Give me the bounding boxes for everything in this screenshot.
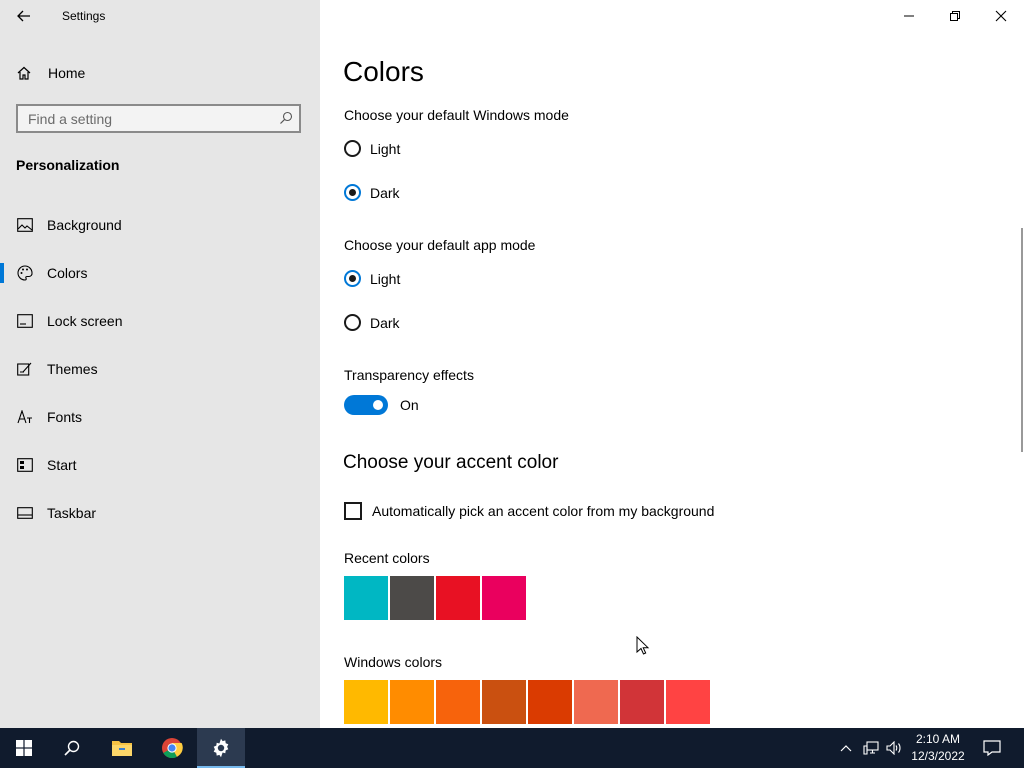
home-label: Home bbox=[48, 65, 86, 81]
checkbox-box bbox=[344, 502, 362, 520]
taskbar-clock[interactable]: 2:10 AM 12/3/2022 bbox=[902, 731, 974, 765]
app-mode-label: Choose your default app mode bbox=[344, 237, 536, 253]
home-icon bbox=[17, 66, 31, 80]
themes-icon bbox=[16, 360, 34, 378]
network-icon bbox=[863, 741, 879, 755]
search-icon[interactable] bbox=[279, 111, 293, 125]
palette-icon bbox=[16, 264, 34, 282]
chevron-up-icon bbox=[840, 745, 852, 752]
sidebar-item-colors[interactable]: Colors bbox=[0, 253, 320, 293]
color-swatch[interactable] bbox=[666, 680, 710, 724]
file-explorer-button[interactable] bbox=[98, 728, 146, 768]
action-center-button[interactable] bbox=[976, 728, 1008, 768]
sidebar-item-label: Fonts bbox=[47, 409, 83, 425]
color-swatch[interactable] bbox=[574, 680, 618, 724]
radio-circle bbox=[344, 140, 361, 157]
taskbar-search-button[interactable] bbox=[48, 728, 96, 768]
taskbar-icon bbox=[16, 504, 34, 522]
windows-logo-icon bbox=[16, 740, 32, 756]
windows-mode-label: Choose your default Windows mode bbox=[344, 107, 569, 123]
color-swatch[interactable] bbox=[620, 680, 664, 724]
color-swatch[interactable] bbox=[528, 680, 572, 724]
sidebar-item-label: Taskbar bbox=[47, 505, 97, 521]
clock-date: 12/3/2022 bbox=[911, 749, 965, 763]
sidebar-item-fonts[interactable]: Fonts bbox=[0, 397, 320, 437]
sidebar-item-label: Start bbox=[47, 457, 77, 473]
notification-icon bbox=[983, 740, 1001, 756]
back-arrow-icon bbox=[17, 10, 30, 22]
color-swatch[interactable] bbox=[482, 680, 526, 724]
sidebar-item-themes[interactable]: Themes bbox=[0, 349, 320, 389]
clock-time: 2:10 AM bbox=[915, 732, 961, 746]
settings-icon bbox=[213, 738, 229, 758]
color-swatch[interactable] bbox=[482, 576, 526, 620]
window-title: Settings bbox=[62, 9, 106, 23]
accent-color-heading: Choose your accent color bbox=[343, 452, 559, 473]
checkbox-label: Automatically pick an accent color from … bbox=[372, 503, 715, 519]
settings-taskbar-button[interactable] bbox=[197, 728, 245, 768]
chrome-button[interactable] bbox=[148, 728, 196, 768]
mouse-pointer-icon bbox=[636, 636, 650, 655]
network-button[interactable] bbox=[860, 728, 882, 768]
start-button[interactable] bbox=[0, 728, 48, 768]
sidebar-item-taskbar[interactable]: Taskbar bbox=[0, 493, 320, 533]
app-mode-light-radio[interactable]: Light bbox=[344, 270, 400, 287]
start-icon bbox=[16, 456, 34, 474]
radio-circle bbox=[344, 184, 361, 201]
sidebar-item-label: Lock screen bbox=[47, 313, 123, 329]
taskbar: 2:10 AM 12/3/2022 bbox=[0, 728, 1024, 768]
windows-mode-dark-radio[interactable]: Dark bbox=[344, 184, 400, 201]
transparency-label: Transparency effects bbox=[344, 367, 474, 383]
radio-circle bbox=[344, 270, 361, 287]
radio-label: Dark bbox=[370, 184, 400, 201]
lock-screen-icon bbox=[16, 312, 34, 330]
color-swatch[interactable] bbox=[344, 680, 388, 724]
color-swatch[interactable] bbox=[436, 576, 480, 620]
sidebar-item-label: Themes bbox=[47, 361, 98, 377]
toggle-state-label: On bbox=[400, 397, 419, 413]
sidebar-item-label: Background bbox=[47, 217, 122, 233]
image-icon bbox=[16, 216, 34, 234]
transparency-toggle[interactable]: On bbox=[344, 395, 419, 415]
chrome-icon bbox=[162, 738, 183, 759]
search-input[interactable]: Find a setting bbox=[16, 104, 301, 133]
toggle-track bbox=[344, 395, 388, 415]
page-title: Colors bbox=[343, 56, 424, 87]
color-swatch[interactable] bbox=[390, 680, 434, 724]
settings-window: Settings Home Find a setting Personaliza… bbox=[0, 0, 1024, 768]
windows-colors-row bbox=[344, 680, 712, 724]
sidebar-item-label: Colors bbox=[47, 265, 88, 281]
sidebar-item-background[interactable]: Background bbox=[0, 205, 320, 245]
fonts-icon bbox=[16, 408, 34, 426]
section-title: Personalization bbox=[16, 157, 120, 173]
windows-colors-label: Windows colors bbox=[344, 654, 443, 670]
volume-button[interactable] bbox=[884, 728, 904, 768]
volume-icon bbox=[886, 741, 901, 755]
color-swatch[interactable] bbox=[436, 680, 480, 724]
main-content: Colors Choose your default Windows mode … bbox=[320, 0, 1024, 728]
toggle-knob bbox=[373, 400, 383, 410]
recent-colors-row bbox=[344, 576, 528, 620]
sidebar-item-start[interactable]: Start bbox=[0, 445, 320, 485]
windows-mode-light-radio[interactable]: Light bbox=[344, 140, 400, 157]
sidebar-item-lock-screen[interactable]: Lock screen bbox=[0, 301, 320, 341]
app-mode-dark-radio[interactable]: Dark bbox=[344, 314, 400, 331]
recent-colors-label: Recent colors bbox=[344, 550, 430, 566]
file-explorer-icon bbox=[112, 741, 132, 756]
back-button[interactable] bbox=[8, 4, 40, 28]
radio-circle bbox=[344, 314, 361, 331]
auto-accent-checkbox[interactable]: Automatically pick an accent color from … bbox=[344, 502, 714, 520]
sidebar-item-home[interactable]: Home bbox=[16, 62, 85, 84]
search-icon bbox=[64, 740, 80, 756]
color-swatch[interactable] bbox=[390, 576, 434, 620]
show-hidden-icons-button[interactable] bbox=[836, 728, 856, 768]
sidebar: Settings Home Find a setting Personaliza… bbox=[0, 0, 320, 728]
radio-label: Dark bbox=[370, 314, 400, 331]
scrollbar[interactable] bbox=[1021, 228, 1023, 452]
radio-label: Light bbox=[370, 270, 401, 287]
radio-label: Light bbox=[370, 140, 401, 157]
search-placeholder: Find a setting bbox=[28, 111, 113, 127]
color-swatch[interactable] bbox=[344, 576, 388, 620]
